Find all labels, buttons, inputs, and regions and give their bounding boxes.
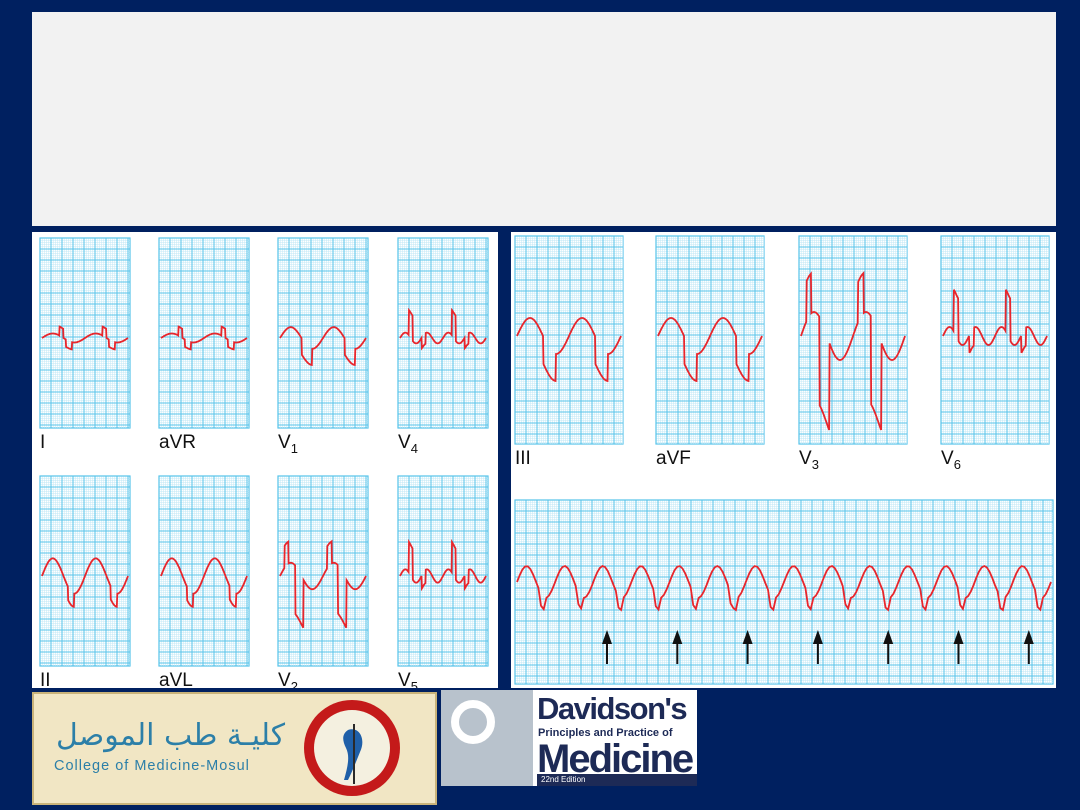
ecg-lead-label: V4 xyxy=(398,432,418,456)
college-of-medicine-mosul-logo: كليـة طب الموصل College of Medicine-Mosu… xyxy=(32,692,437,805)
ecg-lead-label: III xyxy=(515,448,531,469)
ecg-lead-label: I xyxy=(40,432,45,453)
ecg-lead-grid xyxy=(940,235,1050,445)
ecg-lead-label: V5 xyxy=(398,670,418,688)
college-english-name: College of Medicine-Mosul xyxy=(54,758,250,774)
ecg-lead-label: V2 xyxy=(278,670,298,688)
ecg-left-figure: IaVR V1 V4 II aVL V2 V5 xyxy=(39,237,489,694)
college-seal-icon xyxy=(304,700,400,796)
davidson-edition: 22nd Edition xyxy=(537,774,697,786)
ecg-lead-grid xyxy=(277,237,369,429)
ecg-rhythm-strip-grid xyxy=(514,499,1054,685)
ecg-lead-grid xyxy=(397,475,489,667)
ecg-lead-label: aVL xyxy=(159,670,193,688)
ecg-right-panel: III aVF V3 V6 xyxy=(511,232,1056,688)
ecg-lead-label: V6 xyxy=(941,448,961,472)
davidson-side-graphic xyxy=(441,690,533,786)
ecg-12-lead-left-panel: IaVR V1 V4 II aVL V2 V5 xyxy=(32,232,498,694)
ecg-lead-label: aVR xyxy=(159,432,196,453)
ecg-lead-grid xyxy=(655,235,765,445)
ecg-lead-label: aVF xyxy=(656,448,691,469)
ecg-lead-grid xyxy=(514,235,624,445)
davidsons-medicine-book-logo: Davidson's Principles and Practice of Me… xyxy=(441,690,697,786)
ecg-lead-grid xyxy=(277,475,369,667)
ecg-lead-grid xyxy=(39,475,131,667)
davidson-title: Davidson's xyxy=(537,691,688,726)
ecg-lead-grid xyxy=(798,235,908,445)
ecg-lead-label: V1 xyxy=(278,432,298,456)
ecg-lead-grid xyxy=(158,475,250,667)
slide-title-box xyxy=(32,12,1056,226)
ecg-lead-grid xyxy=(397,237,489,429)
ecg-right-figure: III aVF V3 V6 xyxy=(514,235,1054,685)
college-arabic-name: كليـة طب الموصل xyxy=(56,718,286,753)
ecg-lead-label: V3 xyxy=(799,448,819,472)
ecg-lead-label: II xyxy=(40,670,51,688)
